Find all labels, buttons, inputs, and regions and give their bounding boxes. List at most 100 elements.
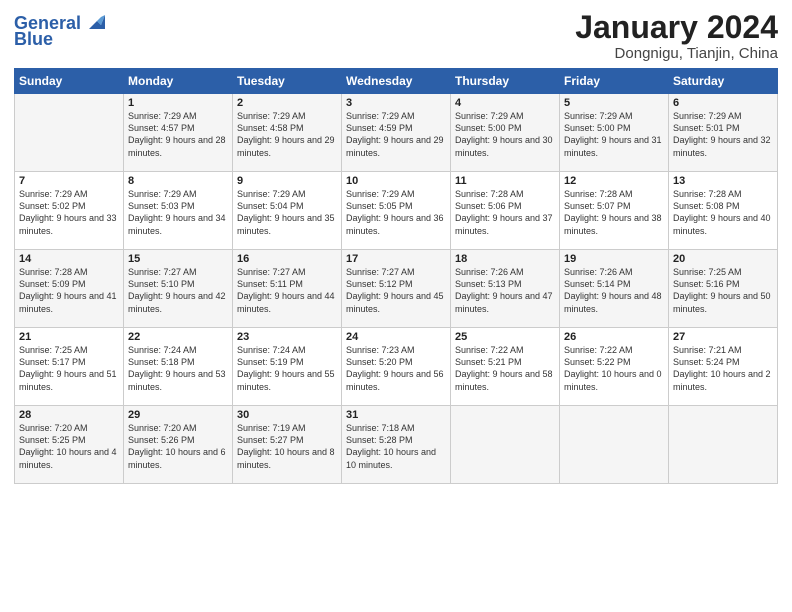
calendar-week-row: 28Sunrise: 7:20 AM Sunset: 5:25 PM Dayli… [15, 406, 778, 484]
day-info: Sunrise: 7:28 AM Sunset: 5:08 PM Dayligh… [673, 188, 773, 237]
day-info: Sunrise: 7:29 AM Sunset: 5:02 PM Dayligh… [19, 188, 119, 237]
calendar-cell: 11Sunrise: 7:28 AM Sunset: 5:06 PM Dayli… [451, 172, 560, 250]
calendar-cell [15, 94, 124, 172]
day-number: 17 [346, 253, 446, 265]
day-info: Sunrise: 7:19 AM Sunset: 5:27 PM Dayligh… [237, 422, 337, 471]
day-info: Sunrise: 7:25 AM Sunset: 5:16 PM Dayligh… [673, 266, 773, 315]
calendar-cell: 2Sunrise: 7:29 AM Sunset: 4:58 PM Daylig… [233, 94, 342, 172]
day-number: 23 [237, 331, 337, 343]
day-info: Sunrise: 7:22 AM Sunset: 5:22 PM Dayligh… [564, 344, 664, 393]
day-info: Sunrise: 7:28 AM Sunset: 5:07 PM Dayligh… [564, 188, 664, 237]
header-tuesday: Tuesday [233, 69, 342, 94]
calendar-cell: 1Sunrise: 7:29 AM Sunset: 4:57 PM Daylig… [124, 94, 233, 172]
calendar-week-row: 14Sunrise: 7:28 AM Sunset: 5:09 PM Dayli… [15, 250, 778, 328]
calendar-cell: 18Sunrise: 7:26 AM Sunset: 5:13 PM Dayli… [451, 250, 560, 328]
day-number: 13 [673, 175, 773, 187]
day-info: Sunrise: 7:28 AM Sunset: 5:09 PM Dayligh… [19, 266, 119, 315]
day-number: 7 [19, 175, 119, 187]
calendar-cell: 4Sunrise: 7:29 AM Sunset: 5:00 PM Daylig… [451, 94, 560, 172]
calendar-cell: 22Sunrise: 7:24 AM Sunset: 5:18 PM Dayli… [124, 328, 233, 406]
day-number: 3 [346, 97, 446, 109]
day-number: 29 [128, 409, 228, 421]
day-number: 27 [673, 331, 773, 343]
calendar-cell: 10Sunrise: 7:29 AM Sunset: 5:05 PM Dayli… [342, 172, 451, 250]
day-info: Sunrise: 7:27 AM Sunset: 5:11 PM Dayligh… [237, 266, 337, 315]
calendar-cell: 31Sunrise: 7:18 AM Sunset: 5:28 PM Dayli… [342, 406, 451, 484]
day-number: 2 [237, 97, 337, 109]
header-thursday: Thursday [451, 69, 560, 94]
day-info: Sunrise: 7:27 AM Sunset: 5:10 PM Dayligh… [128, 266, 228, 315]
day-number: 5 [564, 97, 664, 109]
day-info: Sunrise: 7:29 AM Sunset: 5:05 PM Dayligh… [346, 188, 446, 237]
day-info: Sunrise: 7:26 AM Sunset: 5:13 PM Dayligh… [455, 266, 555, 315]
day-number: 8 [128, 175, 228, 187]
header-friday: Friday [560, 69, 669, 94]
calendar-cell: 21Sunrise: 7:25 AM Sunset: 5:17 PM Dayli… [15, 328, 124, 406]
calendar-cell: 27Sunrise: 7:21 AM Sunset: 5:24 PM Dayli… [669, 328, 778, 406]
day-number: 6 [673, 97, 773, 109]
day-number: 4 [455, 97, 555, 109]
day-number: 24 [346, 331, 446, 343]
day-number: 14 [19, 253, 119, 265]
day-number: 19 [564, 253, 664, 265]
logo-icon [83, 11, 105, 33]
day-number: 28 [19, 409, 119, 421]
logo: General Blue [14, 14, 105, 50]
day-number: 15 [128, 253, 228, 265]
page-header: General Blue January 2024 Dongnigu, Tian… [14, 10, 778, 62]
day-info: Sunrise: 7:29 AM Sunset: 5:00 PM Dayligh… [564, 110, 664, 159]
calendar-cell: 15Sunrise: 7:27 AM Sunset: 5:10 PM Dayli… [124, 250, 233, 328]
header-saturday: Saturday [669, 69, 778, 94]
day-number: 18 [455, 253, 555, 265]
calendar-cell: 25Sunrise: 7:22 AM Sunset: 5:21 PM Dayli… [451, 328, 560, 406]
day-number: 22 [128, 331, 228, 343]
day-info: Sunrise: 7:21 AM Sunset: 5:24 PM Dayligh… [673, 344, 773, 393]
calendar-cell: 14Sunrise: 7:28 AM Sunset: 5:09 PM Dayli… [15, 250, 124, 328]
calendar-table: Sunday Monday Tuesday Wednesday Thursday… [14, 68, 778, 484]
day-info: Sunrise: 7:23 AM Sunset: 5:20 PM Dayligh… [346, 344, 446, 393]
day-info: Sunrise: 7:29 AM Sunset: 5:04 PM Dayligh… [237, 188, 337, 237]
calendar-cell: 29Sunrise: 7:20 AM Sunset: 5:26 PM Dayli… [124, 406, 233, 484]
calendar-cell [451, 406, 560, 484]
calendar-cell: 16Sunrise: 7:27 AM Sunset: 5:11 PM Dayli… [233, 250, 342, 328]
page-container: General Blue January 2024 Dongnigu, Tian… [0, 0, 792, 494]
day-number: 10 [346, 175, 446, 187]
month-title: January 2024 [575, 10, 778, 45]
day-info: Sunrise: 7:29 AM Sunset: 5:00 PM Dayligh… [455, 110, 555, 159]
day-number: 31 [346, 409, 446, 421]
calendar-cell: 28Sunrise: 7:20 AM Sunset: 5:25 PM Dayli… [15, 406, 124, 484]
calendar-cell: 8Sunrise: 7:29 AM Sunset: 5:03 PM Daylig… [124, 172, 233, 250]
calendar-cell [669, 406, 778, 484]
day-number: 16 [237, 253, 337, 265]
day-info: Sunrise: 7:20 AM Sunset: 5:26 PM Dayligh… [128, 422, 228, 471]
day-info: Sunrise: 7:29 AM Sunset: 4:59 PM Dayligh… [346, 110, 446, 159]
calendar-week-row: 7Sunrise: 7:29 AM Sunset: 5:02 PM Daylig… [15, 172, 778, 250]
calendar-week-row: 21Sunrise: 7:25 AM Sunset: 5:17 PM Dayli… [15, 328, 778, 406]
day-number: 30 [237, 409, 337, 421]
day-number: 11 [455, 175, 555, 187]
day-info: Sunrise: 7:29 AM Sunset: 5:01 PM Dayligh… [673, 110, 773, 159]
day-info: Sunrise: 7:24 AM Sunset: 5:18 PM Dayligh… [128, 344, 228, 393]
calendar-cell: 3Sunrise: 7:29 AM Sunset: 4:59 PM Daylig… [342, 94, 451, 172]
calendar-cell: 5Sunrise: 7:29 AM Sunset: 5:00 PM Daylig… [560, 94, 669, 172]
day-info: Sunrise: 7:28 AM Sunset: 5:06 PM Dayligh… [455, 188, 555, 237]
day-number: 21 [19, 331, 119, 343]
header-wednesday: Wednesday [342, 69, 451, 94]
calendar-cell: 12Sunrise: 7:28 AM Sunset: 5:07 PM Dayli… [560, 172, 669, 250]
logo-text-line2: Blue [14, 30, 53, 50]
calendar-cell: 30Sunrise: 7:19 AM Sunset: 5:27 PM Dayli… [233, 406, 342, 484]
calendar-cell: 13Sunrise: 7:28 AM Sunset: 5:08 PM Dayli… [669, 172, 778, 250]
calendar-cell: 20Sunrise: 7:25 AM Sunset: 5:16 PM Dayli… [669, 250, 778, 328]
day-info: Sunrise: 7:26 AM Sunset: 5:14 PM Dayligh… [564, 266, 664, 315]
day-info: Sunrise: 7:25 AM Sunset: 5:17 PM Dayligh… [19, 344, 119, 393]
day-info: Sunrise: 7:29 AM Sunset: 5:03 PM Dayligh… [128, 188, 228, 237]
calendar-cell: 17Sunrise: 7:27 AM Sunset: 5:12 PM Dayli… [342, 250, 451, 328]
day-number: 26 [564, 331, 664, 343]
day-info: Sunrise: 7:27 AM Sunset: 5:12 PM Dayligh… [346, 266, 446, 315]
day-info: Sunrise: 7:22 AM Sunset: 5:21 PM Dayligh… [455, 344, 555, 393]
day-number: 12 [564, 175, 664, 187]
header-monday: Monday [124, 69, 233, 94]
calendar-cell: 24Sunrise: 7:23 AM Sunset: 5:20 PM Dayli… [342, 328, 451, 406]
calendar-cell [560, 406, 669, 484]
header-sunday: Sunday [15, 69, 124, 94]
